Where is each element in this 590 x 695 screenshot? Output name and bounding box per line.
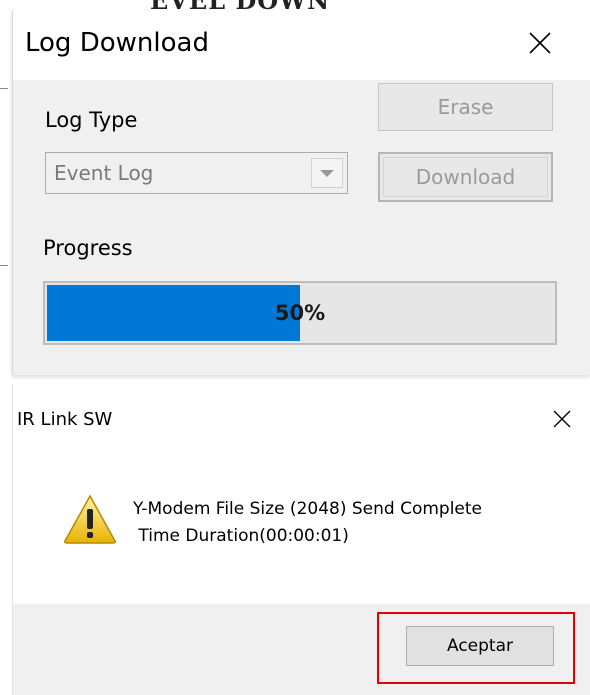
message-line-1: Y-Modem File Size (2048) Send Complete xyxy=(133,499,483,519)
download-button-label: Download xyxy=(415,165,516,189)
close-icon xyxy=(529,32,551,54)
warning-icon xyxy=(64,494,116,544)
message-box-title: IR Link SW xyxy=(17,409,113,430)
message-box: IR Link SW Y-Modem File Size (2048) Send… xyxy=(12,384,590,695)
download-button[interactable]: Download xyxy=(378,152,553,202)
dialog-title: Log Download xyxy=(25,28,209,58)
close-button[interactable] xyxy=(523,26,557,60)
log-type-value: Event Log xyxy=(54,161,154,185)
log-type-label: Log Type xyxy=(45,108,138,132)
background-divider xyxy=(0,265,8,266)
progress-percent: 50% xyxy=(274,301,326,325)
progress-label: Progress xyxy=(43,236,133,260)
chevron-down-icon xyxy=(320,169,334,177)
background-divider xyxy=(0,88,8,89)
message-line-2: Time Duration(00:00:01) xyxy=(133,526,349,546)
close-button[interactable] xyxy=(549,406,575,432)
log-type-select[interactable]: Event Log xyxy=(45,152,348,194)
dropdown-button[interactable] xyxy=(311,158,343,188)
title-bar: Log Download xyxy=(13,10,590,80)
erase-button[interactable]: Erase xyxy=(378,83,553,131)
log-download-dialog: Log Download Log Type Event Log Erase Do… xyxy=(12,10,590,375)
close-icon xyxy=(553,410,571,428)
progress-bar: 50% xyxy=(43,281,557,345)
highlight-box xyxy=(377,612,575,684)
message-text: Y-Modem File Size (2048) Send Complete T… xyxy=(133,496,482,550)
